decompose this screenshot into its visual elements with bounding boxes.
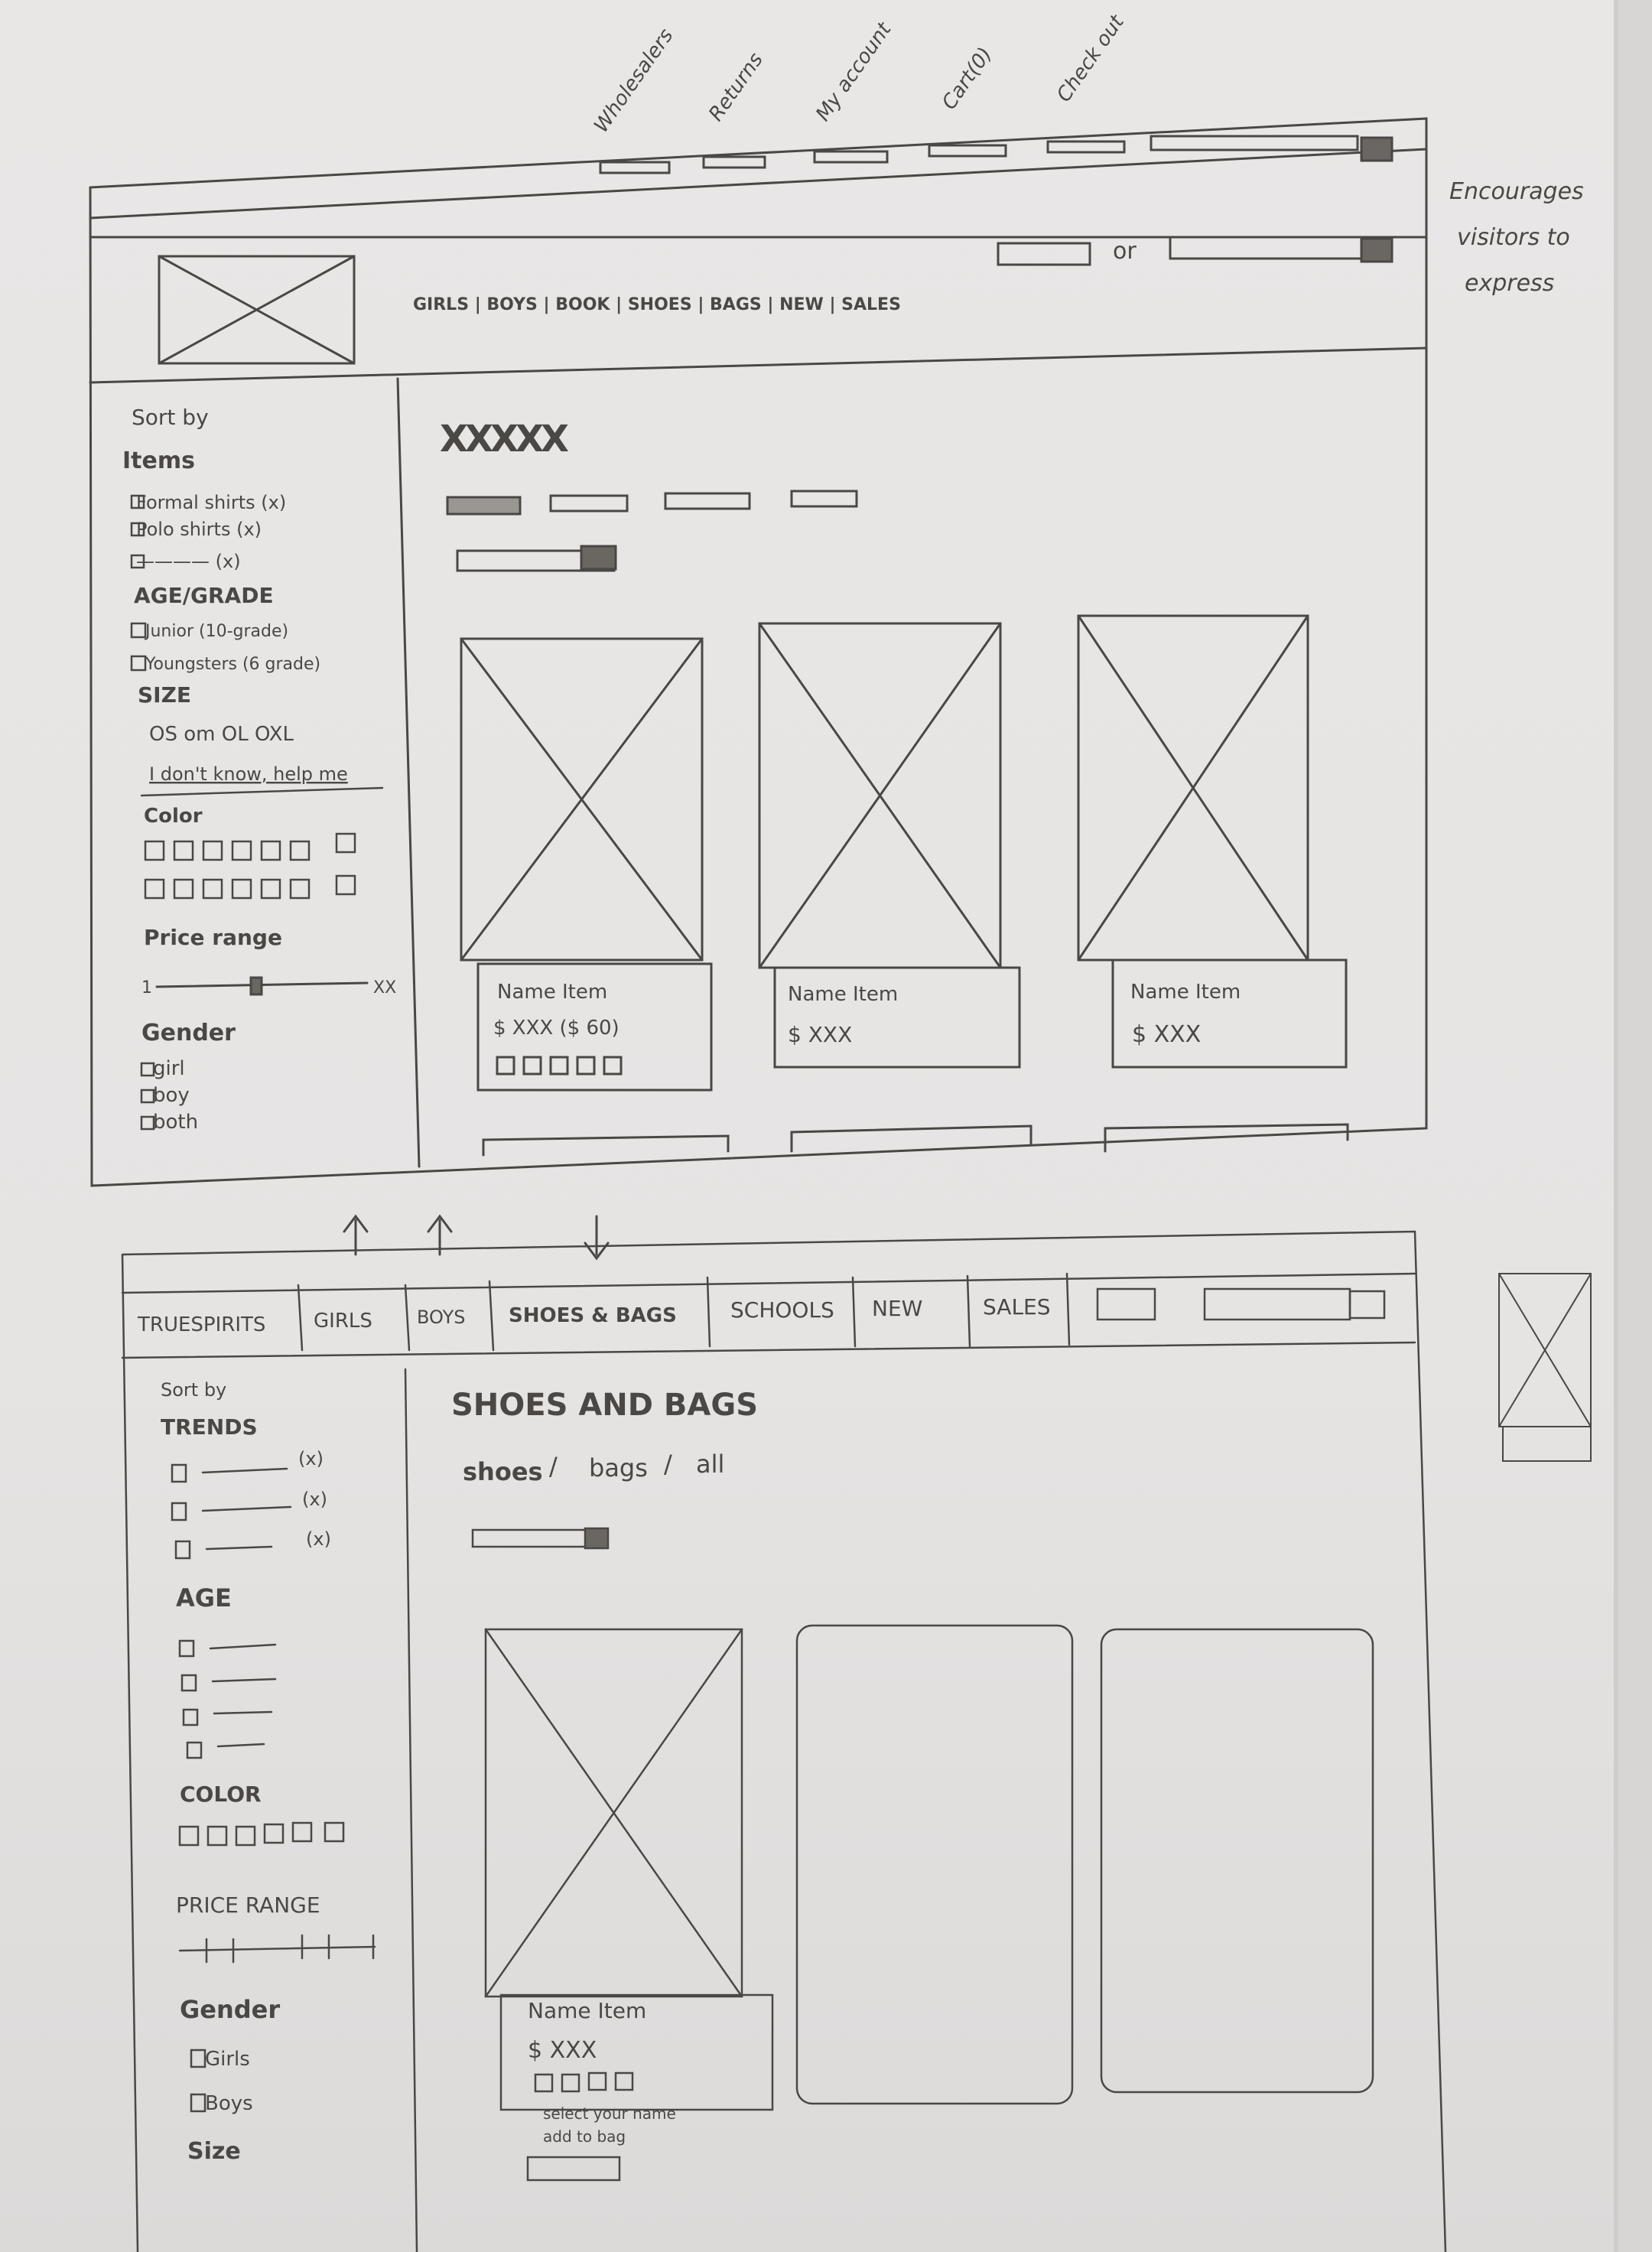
gender2-option-1: Girls (205, 2048, 250, 2071)
sketch1-wireframe (89, 117, 1428, 1187)
annotation-side-note: Encourages visitors to express (1449, 178, 1591, 297)
size2-heading: Size (187, 2138, 241, 2165)
nav-tab-schools[interactable]: SCHOOLS (730, 1297, 834, 1323)
items-option-2: Polo shirts (x) (136, 519, 262, 540)
annotation-cart: Cart(0) (938, 44, 997, 114)
gender2-heading: Gender (180, 1995, 280, 2024)
annotation-returns: Returns (704, 49, 768, 125)
color2-heading: COLOR (180, 1782, 262, 1807)
items-heading: Items (122, 447, 195, 474)
sketch2-wireframe (121, 1230, 1447, 2252)
nav-tab-truespirits[interactable]: TRUESPIRITS (137, 1313, 265, 1336)
sidebar2-sort-by: Sort by (161, 1379, 226, 1401)
size-values: OS om OL OXL (149, 723, 294, 746)
size-help-link[interactable]: I don't know, help me (149, 763, 348, 785)
price-range-heading: Price range (144, 925, 282, 950)
product-3-price: $ XXX (1132, 1021, 1201, 1048)
trends-heading: TRENDS (161, 1414, 258, 1440)
price-min-label: 1 (141, 978, 152, 997)
size-heading: SIZE (138, 682, 191, 708)
header-nav-links: GIRLS | BOYS | BOOK | SHOES | BAGS | NEW… (413, 295, 901, 314)
age-heading: AGE/GRADE (134, 583, 274, 608)
age2-heading: AGE (176, 1583, 232, 1613)
product-1-name: Name Item (497, 981, 607, 1004)
gender-option-3: both (153, 1111, 198, 1134)
product-1-price: $ XXX ($ 60) (493, 1017, 620, 1040)
trend-count-3: (x) (306, 1528, 331, 1550)
nav-tab-boys[interactable]: BOYS (417, 1307, 466, 1328)
product-2-name: Name Item (788, 983, 898, 1006)
page-edge (1618, 0, 1652, 2252)
gender-option-2: boy (153, 1084, 190, 1107)
subnav-sep-1: / (549, 1452, 558, 1481)
price2-heading: PRICE RANGE (176, 1892, 320, 1918)
annotation-wholesalers: Wholesalers (590, 24, 678, 137)
color-heading: Color (144, 805, 203, 828)
annotation-my-account: My account (811, 18, 896, 125)
sidebar-sort-by: Sort by (132, 405, 209, 430)
gender-option-1: girl (153, 1057, 185, 1080)
trend-count-2: (x) (302, 1489, 327, 1510)
age-option-1: Junior (10-grade) (144, 622, 288, 641)
items-option-1: Formal shirts (x) (136, 492, 286, 513)
main2-title: SHOES AND BAGS (451, 1388, 758, 1423)
price-max-label: XX (373, 978, 396, 997)
wireframe-sketch: Wholesalers Returns My account Cart(0) C… (89, 11, 1592, 2252)
nav-tab-new[interactable]: NEW (872, 1296, 922, 1321)
subnav-all[interactable]: all (696, 1450, 724, 1479)
nav-tab-girls[interactable]: GIRLS (314, 1310, 372, 1333)
product2-price: $ XXX (528, 2037, 597, 2064)
trend-count-1: (x) (298, 1448, 324, 1469)
subnav-bags[interactable]: bags (589, 1453, 648, 1482)
subnav-sep-2: / (664, 1450, 672, 1479)
items-option-3: ———— (x) (136, 551, 241, 572)
product-3-name: Name Item (1130, 981, 1241, 1004)
search-or-label: or (1113, 238, 1137, 265)
main-title: XXXXX (440, 418, 569, 460)
subnav-shoes[interactable]: shoes (463, 1457, 543, 1486)
gender-heading: Gender (141, 1020, 236, 1046)
nav-tab-sales[interactable]: SALES (983, 1294, 1051, 1320)
gender2-option-2: Boys (205, 2092, 253, 2115)
nav-tab-shoes-bags[interactable]: SHOES & BAGS (509, 1304, 677, 1327)
age-option-2: Youngsters (6 grade) (145, 655, 320, 674)
product2-name: Name Item (528, 1998, 646, 2023)
annotation-checkout: Check out (1052, 11, 1129, 106)
product2-option-add[interactable]: add to bag (543, 2127, 626, 2146)
product-2-price: $ XXX (788, 1022, 852, 1047)
product2-option-select[interactable]: select your name (543, 2104, 676, 2123)
